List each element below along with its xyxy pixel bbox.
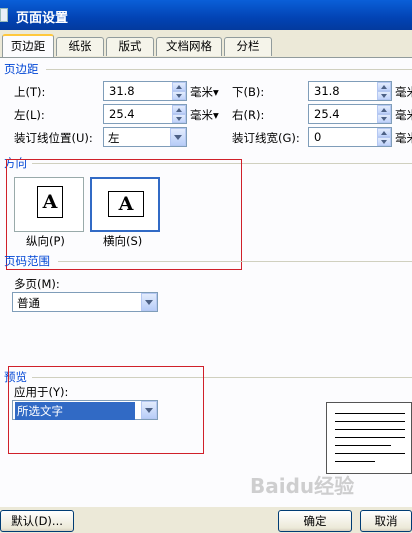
left-margin-value[interactable]: 25.4 [109,107,135,121]
watermark: Baidu经验 [250,474,355,498]
spin-up-icon[interactable] [377,105,391,114]
right-margin-spinner[interactable]: 25.4 [308,104,392,124]
bottom-margin-label: 下(B): [232,85,265,99]
margins-divider [46,69,412,70]
bottom-margin-spinner[interactable]: 31.8 [308,81,392,101]
gutter-value[interactable]: 0 [314,130,321,144]
default-button[interactable]: 默认(D)... [0,510,74,532]
gutter-position-select[interactable]: 左 [103,127,187,147]
multiple-pages-label: 多页(M): [14,277,60,291]
multiple-pages-value[interactable]: 普通 [17,295,40,311]
left-margin-spinner[interactable]: 25.4 [103,104,187,124]
tab-strip: 页边距 纸张 版式 文档网格 分栏 [0,34,412,58]
tab-layout[interactable]: 版式 [106,37,154,56]
bottom-margin-unit[interactable]: 毫米 [395,84,412,100]
tab-margins[interactable]: 页边距 [2,34,54,57]
preview-page [326,402,412,474]
spin-down-icon[interactable] [377,91,391,100]
cancel-button[interactable]: 取消 [360,510,412,532]
spin-down-icon[interactable] [377,137,391,146]
window-title: 页面设置 [16,11,69,26]
spin-down-icon[interactable] [172,91,186,100]
gutter-spinner[interactable]: 0 [308,127,392,147]
window-icon [0,8,8,22]
left-margin-label: 左(L): [14,108,45,122]
spin-down-icon[interactable] [172,114,186,123]
tab-columns[interactable]: 分栏 [224,37,272,56]
gutter-position-label: 装订线位置(U): [14,131,93,145]
spin-up-icon[interactable] [172,82,186,91]
multiple-pages-select[interactable]: 普通 [12,292,158,312]
spin-down-icon[interactable] [377,114,391,123]
spin-up-icon[interactable] [172,105,186,114]
highlight-box-preview [8,366,204,454]
pages-divider [58,261,412,262]
right-margin-label: 右(R): [232,108,265,122]
ok-button[interactable]: 确定 [278,510,352,532]
chevron-down-icon[interactable] [141,293,157,311]
title-bar: 页面设置 [0,0,412,30]
tab-paper[interactable]: 纸张 [56,37,104,56]
chevron-down-icon[interactable] [170,128,186,146]
top-margin-spinner[interactable]: 31.8 [103,81,187,101]
right-margin-value[interactable]: 25.4 [314,107,340,121]
gutter-label: 装订线宽(G): [232,131,300,145]
bottom-margin-value[interactable]: 31.8 [314,84,340,98]
gutter-unit[interactable]: 毫米 [395,130,412,146]
pages-group-title: 页码范围 [4,254,50,268]
top-margin-label: 上(T): [14,85,46,99]
top-margin-value[interactable]: 31.8 [109,84,135,98]
gutter-position-value[interactable]: 左 [108,130,120,146]
right-margin-unit[interactable]: 毫米 [395,107,412,123]
top-margin-unit[interactable]: 毫米▾ [190,84,219,100]
spin-up-icon[interactable] [377,82,391,91]
spin-up-icon[interactable] [377,128,391,137]
tab-doc-grid[interactable]: 文档网格 [156,37,222,56]
margins-group-title: 页边距 [4,62,39,76]
left-margin-unit[interactable]: 毫米▾ [190,107,219,123]
